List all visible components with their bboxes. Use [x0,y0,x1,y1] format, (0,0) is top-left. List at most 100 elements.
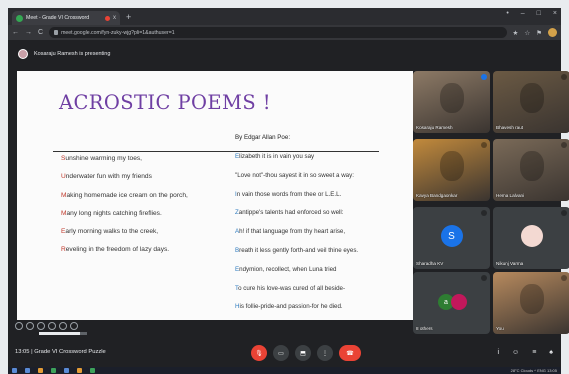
end-call-button[interactable]: ☎ [339,345,361,361]
participant-tile[interactable]: a8 others [413,272,490,334]
slide-divider [53,151,379,152]
slide-next-button[interactable] [26,322,34,330]
extension-icon[interactable]: ☆ [524,29,530,37]
url-input[interactable]: meet.google.com/fyn-zuky-wjg?pli=1&authu… [49,27,507,38]
meeting-time-title: 13:05 | Grade VI Crossword Puzzle [15,349,106,355]
participant-tile[interactable]: Hema Lalvani [493,139,569,201]
presenting-text: Kosaraju Ramesh is presenting [34,51,111,57]
file-explorer-icon[interactable] [38,368,43,373]
participant-name: Kavya Bandgaonkar [416,193,458,198]
participant-tile[interactable]: Kavya Bandgaonkar [413,139,490,201]
close-window-button[interactable]: × [553,10,557,17]
right-poem-text: ndymion, recollect, when Luna tried [239,265,337,273]
right-poem-line: "Love not"-thou sayest it in so sweet a … [235,172,403,180]
start-icon[interactable] [12,368,17,373]
participant-tile[interactable]: Bhavesh raut [493,71,569,133]
mic-muted-icon [561,210,567,216]
right-poem-line: To cure his love-was cured of all beside… [235,285,403,293]
tab-close-icon[interactable]: x [113,15,116,21]
mic-active-icon [481,74,487,80]
forward-icon[interactable]: → [25,29,32,36]
address-bar-row: ← → C meet.google.com/fyn-zuky-wjg?pli=1… [8,25,561,40]
reload-icon[interactable]: C [38,29,43,36]
left-poem-line: Making homemade ice cream on the porch, [61,192,188,210]
minimize-button[interactable]: – [521,10,525,17]
others-avatar-2 [451,294,467,310]
system-tray: 28°C Clouds ^ ENG 13:05 [510,368,557,373]
participant-video [519,83,544,113]
right-poem-line: Elizabeth it is in vain you say [235,153,403,161]
slide-options-button[interactable] [70,322,78,330]
people-icon[interactable]: ☺ [512,349,519,356]
left-poem-line: Early morning walks to the creek, [61,228,188,246]
presentation-slide: ACROSTIC POEMS ! By Edgar Allan Poe: Sun… [17,71,413,320]
slide-title: ACROSTIC POEMS ! [59,91,271,114]
recording-dot-icon [105,15,110,21]
mic-off-button[interactable]: 🎙 [251,345,267,361]
mail-icon[interactable] [64,368,69,373]
back-icon[interactable]: ← [12,29,19,36]
maximize-button[interactable]: □ [537,10,541,17]
left-poem-line: Many long nights catching fireflies. [61,210,188,228]
slide-controls [15,322,78,330]
slide-pen-button[interactable] [37,322,45,330]
chat-icon[interactable]: ≡ [532,349,536,356]
right-poem-text: "Love not"-thou sayest it in so sweet a … [235,171,354,179]
right-poem-text: lizabeth it is in vain you say [239,153,315,160]
more-options-button[interactable]: ⋮ [317,345,333,361]
new-tab-button[interactable]: + [126,11,131,23]
bookmark-star-icon[interactable]: ★ [513,29,519,37]
activities-icon[interactable]: ♠ [549,349,553,356]
participant-name: Sharadha KV [416,261,444,266]
lock-icon [54,30,59,35]
participant-tile[interactable]: S Sharadha KV [413,207,490,269]
participant-name: 8 others [416,326,433,331]
right-acrostic-poem: Elizabeth it is in vain you say "Love not… [235,153,403,322]
store-icon[interactable] [77,368,82,373]
left-poem-text: arly morning walks to the creek, [65,228,159,236]
chrome-icon[interactable] [51,368,56,373]
left-poem-text: nderwater fun with my friends [65,173,152,181]
url-text: meet.google.com/fyn-zuky-wjg?pli=1&authu… [61,29,175,36]
slide-zoom-button[interactable] [59,322,67,330]
left-poem-text: eveling in the freedom of lazy days. [65,246,170,254]
right-poem-text: antippe's talents had enforced so well: [238,209,344,217]
right-poem-text: reath it less gently forth-and veil thin… [239,246,359,254]
extension-flag-icon[interactable]: ⚑ [536,29,542,37]
participant-tile[interactable]: You [493,272,569,334]
present-button[interactable]: ⬒ [295,345,311,361]
browser-tab[interactable]: Meet - Grade VI Crossword x [12,11,120,25]
right-poem-line: His follie-pride-and passion-for he died… [235,303,403,311]
left-poem-line: Sunshine warming my toes, [61,155,188,173]
right-poem-text: h! if that language from thy heart arise… [239,228,346,236]
left-poem-text: aking homemade ice cream on the porch, [66,191,188,199]
right-poem-line: Zantippe's talents had enforced so well: [235,209,403,217]
participant-tile[interactable]: Kosaraju Ramesh [413,71,490,133]
camera-button[interactable]: ▭ [273,345,289,361]
right-poem-line: Ah! if that language from thy heart aris… [235,228,403,236]
left-poem-text: unshine warming my toes, [65,155,143,162]
right-poem-text: o cure his love-was cured of all beside- [238,284,346,292]
left-acrostic-poem: Sunshine warming my toes, Underwater fun … [61,155,188,265]
window-menu-icon[interactable]: • [506,10,508,17]
meeting-toolbar: 13:05 | Grade VI Crossword Puzzle 🎙 ▭ ⬒ … [8,339,561,367]
right-poem-text: is follie-pride-and passion-for he died. [239,303,343,311]
left-poem-text: any long nights catching fireflies. [66,209,162,217]
right-poem-line: Breath it less gently forth-and veil thi… [235,247,403,255]
os-taskbar: 28°C Clouds ^ ENG 13:05 [8,367,561,374]
search-icon[interactable] [25,368,30,373]
app-icon[interactable] [90,368,95,373]
presenting-banner: Kosaraju Ramesh is presenting [8,40,561,68]
slide-menu-button[interactable] [48,322,56,330]
meet-favicon-icon [16,14,23,22]
participant-tile[interactable]: Nikunj Varma [493,207,569,269]
profile-avatar[interactable] [548,28,557,37]
slide-prev-button[interactable] [15,322,23,330]
left-poem-line: Reveling in the freedom of lazy days. [61,246,188,264]
mic-muted-icon [561,74,567,80]
participant-name: Kosaraju Ramesh [416,125,453,130]
meeting-details-icon[interactable]: i [497,349,499,356]
slide-progress-bar [39,332,87,335]
mic-muted-icon [481,142,487,148]
meeting-side-controls: i ☺ ≡ ♠ [497,349,553,356]
